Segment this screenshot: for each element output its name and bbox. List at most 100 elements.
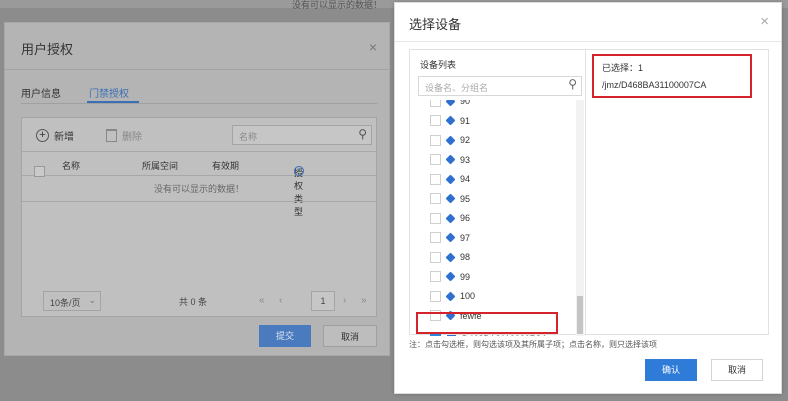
device-tree: 90919293949596979899100fewfeD468BA311000… (410, 100, 576, 336)
group-icon (445, 193, 456, 204)
tree-item[interactable]: 91 (430, 112, 470, 130)
column-header-validity: 有效期 (212, 161, 240, 171)
group-icon (445, 213, 456, 223)
next-page-button[interactable]: › (343, 295, 346, 306)
selected-devices-panel: 已选择：1 /jmz/D468BA31100007CA (592, 54, 752, 98)
submit-button[interactable]: 提交 (259, 325, 311, 347)
empty-message: 没有可以显示的数据！ (22, 176, 376, 202)
checkbox[interactable] (430, 115, 441, 126)
tree-item[interactable]: 96 (430, 209, 470, 227)
tree-item[interactable]: 90 (430, 100, 470, 110)
tree-item-label[interactable]: 100 (460, 291, 475, 301)
checkbox[interactable] (430, 193, 441, 204)
divider (395, 41, 781, 42)
delete-button[interactable]: 删除 (106, 128, 142, 143)
group-icon (445, 291, 456, 301)
checkbox[interactable] (430, 134, 441, 146)
last-page-button[interactable]: » (361, 295, 367, 306)
tree-item-label[interactable]: 95 (460, 194, 470, 204)
tree-item-label[interactable]: 97 (460, 233, 470, 243)
tree-item[interactable]: 97 (430, 229, 470, 247)
highlight-box-selected-device (416, 312, 558, 334)
tree-item[interactable]: 92 (430, 131, 470, 149)
confirm-button[interactable]: 确认 (645, 359, 697, 381)
first-page-button[interactable]: « (259, 295, 265, 306)
tree-item[interactable]: 95 (430, 190, 470, 208)
tree-item-label[interactable]: 92 (460, 135, 470, 145)
select-device-dialog: 选择设备 × 设备列表 设备名、分组名 ⚲ 90 91 92 93 94 95 96 97 98… (394, 2, 782, 394)
pagination: 10条/页 ⌄ 共 0 条 « ‹ 1 › » (21, 289, 377, 313)
table-toolbar: + 新增 删除 名称 ⚲ (22, 118, 376, 152)
tab-user-info[interactable]: 用户信息 (21, 85, 61, 100)
selected-device-path[interactable]: /jmz/D468BA31100007CA (602, 80, 706, 90)
tree-item-label[interactable]: 98 (460, 252, 470, 262)
search-placeholder: 设备名、分组名 (425, 83, 489, 93)
cancel-button[interactable]: 取消 (323, 325, 377, 347)
divider (5, 69, 389, 70)
tree-item[interactable]: 100 (430, 287, 475, 305)
group-icon (445, 115, 456, 126)
dialog-title: 选择设备 (409, 17, 462, 32)
authorization-table: + 新增 删除 名称 ⚲ 名称 所属空间 有效期 授权类型 i 没有可以显示的数… (21, 117, 377, 317)
device-selection-panel: 设备列表 设备名、分组名 ⚲ 90 91 92 93 94 95 96 97 98 99 100 fe… (409, 49, 769, 336)
chevron-down-icon: ⌄ (88, 295, 96, 305)
table-header: 名称 所属空间 有效期 授权类型 i (22, 152, 376, 217)
search-icon[interactable]: ⚲ (358, 127, 367, 141)
total-count: 共 0 条 (179, 297, 208, 307)
add-button[interactable]: + 新增 (36, 128, 74, 143)
tree-item[interactable]: 98 (430, 248, 470, 266)
prev-page-button[interactable]: ‹ (279, 295, 282, 306)
background-top-text: 没有可以显示的数据！ (292, 0, 383, 10)
checkbox[interactable] (430, 212, 441, 224)
checkbox[interactable] (430, 251, 441, 263)
device-search-input[interactable]: 设备名、分组名 ⚲ (418, 76, 582, 96)
checkbox[interactable] (430, 154, 441, 165)
add-label: 新增 (54, 132, 74, 143)
tree-item-label[interactable]: 93 (460, 155, 470, 165)
group-icon (445, 135, 456, 145)
search-icon[interactable]: ⚲ (568, 77, 577, 91)
tree-item-label[interactable]: 96 (460, 213, 470, 223)
search-placeholder: 名称 (239, 132, 258, 142)
checkbox[interactable] (430, 271, 441, 282)
tree-item-label[interactable]: 99 (460, 272, 470, 282)
tree-item-label[interactable]: 94 (460, 174, 470, 184)
page-number-input[interactable]: 1 (311, 291, 335, 311)
tree-item-label[interactable]: D468BA31100007CA (462, 334, 547, 336)
selection-note: 注：点击勾选框，则勾选该项及其所属子项；点击名称，则只选择该项 (409, 340, 657, 349)
tree-item-label[interactable]: 91 (460, 116, 470, 126)
trash-icon (106, 129, 117, 142)
group-icon (445, 232, 456, 243)
tree-item[interactable]: 99 (430, 268, 470, 286)
column-header-name: 名称 (62, 161, 81, 171)
tree-item-label[interactable]: 90 (460, 100, 470, 106)
tree-item[interactable]: 94 (430, 170, 470, 188)
user-authorization-dialog: 用户授权 × 用户信息 门禁授权 + 新增 删除 名称 ⚲ 名称 所属空间 有效… (4, 22, 390, 356)
group-icon (445, 252, 456, 262)
add-circle-icon: + (36, 129, 49, 142)
tab-access-authorization[interactable]: 门禁授权 (89, 85, 129, 100)
device-list-title: 设备列表 (420, 60, 457, 70)
divider (21, 103, 377, 104)
group-icon (445, 100, 456, 106)
close-icon[interactable]: × (760, 13, 769, 30)
page-size-value: 10条/页 (50, 298, 81, 308)
tree-item[interactable]: 93 (430, 151, 470, 169)
close-icon[interactable]: × (369, 39, 377, 55)
scroll-thumb[interactable] (577, 296, 583, 334)
device-icon (447, 335, 456, 336)
delete-label: 删除 (122, 132, 142, 143)
scrollbar[interactable] (576, 100, 584, 336)
checkbox[interactable] (430, 100, 441, 107)
column-header-space: 所属空间 (142, 161, 179, 171)
checkbox[interactable] (430, 173, 441, 185)
name-search-input[interactable]: 名称 ⚲ (232, 125, 372, 145)
checkbox[interactable] (430, 232, 441, 243)
page-size-select[interactable]: 10条/页 ⌄ (43, 291, 101, 311)
group-icon (445, 174, 456, 184)
dialog-title: 用户授权 (21, 42, 74, 57)
group-icon (445, 271, 456, 282)
cancel-button[interactable]: 取消 (711, 359, 763, 381)
checkbox[interactable] (430, 290, 441, 302)
info-icon[interactable]: i (294, 166, 304, 176)
